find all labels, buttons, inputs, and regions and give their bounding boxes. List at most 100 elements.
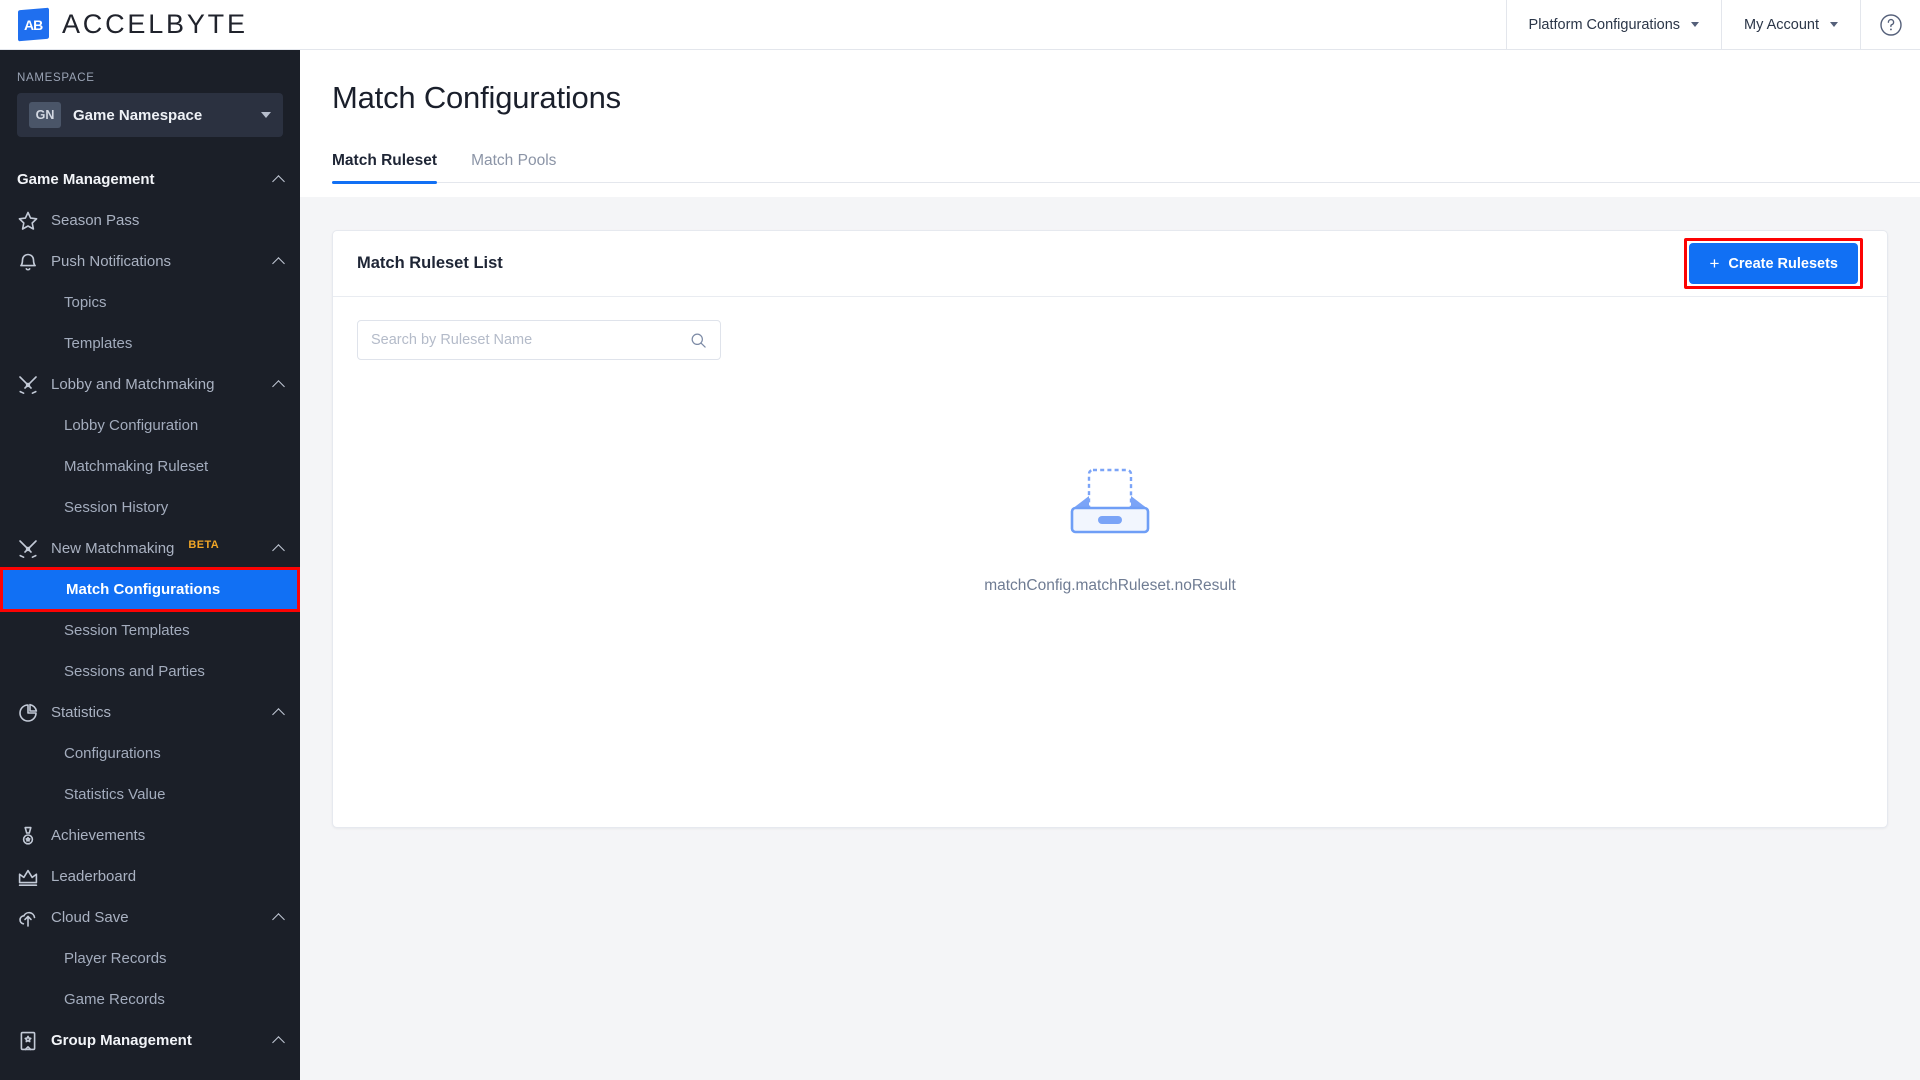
chevron-down-icon — [1830, 22, 1838, 27]
sidebar-item-push-notifications[interactable]: Push Notifications — [0, 241, 300, 282]
empty-state-text: matchConfig.matchRuleset.noResult — [984, 577, 1236, 594]
platform-configurations-label: Platform Configurations — [1528, 16, 1681, 33]
chevron-up-icon[interactable] — [272, 708, 285, 721]
chevron-down-icon — [261, 112, 271, 118]
sidebar-subitem-templates[interactable]: Templates — [0, 323, 300, 364]
create-rulesets-highlight: + Create Rulesets — [1684, 238, 1863, 289]
card-title: Match Ruleset List — [357, 254, 503, 272]
sidebar-group-game-management[interactable]: Game Management — [0, 159, 300, 200]
chevron-down-icon — [1691, 22, 1700, 27]
create-rulesets-label: Create Rulesets — [1728, 255, 1838, 272]
my-account-label: My Account — [1744, 16, 1819, 33]
sidebar-label: Topics — [64, 294, 107, 311]
sidebar-item-cloud-save[interactable]: Cloud Save — [0, 897, 300, 938]
namespace-badge: GN — [29, 102, 61, 128]
search-box[interactable] — [357, 320, 721, 360]
pie-chart-icon — [17, 702, 39, 724]
brand-name: ACCELBYTE — [62, 9, 248, 39]
sidebar-subitem-topics[interactable]: Topics — [0, 282, 300, 323]
sidebar-subitem-match-configurations[interactable]: Match Configurations — [0, 567, 300, 612]
chevron-up-icon[interactable] — [272, 257, 285, 270]
namespace-selector[interactable]: GN Game Namespace — [17, 93, 283, 137]
brand-logo[interactable]: AB ACCELBYTE — [18, 7, 248, 42]
sidebar-label: Session Templates — [64, 622, 190, 639]
chevron-up-icon[interactable] — [272, 380, 285, 393]
sidebar-subitem-game-records[interactable]: Game Records — [0, 979, 300, 1020]
chevron-up-icon[interactable] — [272, 175, 285, 188]
sidebar-label: Lobby and Matchmaking — [51, 376, 215, 393]
sidebar-subitem-session-history[interactable]: Session History — [0, 487, 300, 528]
help-button[interactable] — [1860, 0, 1920, 50]
sidebar-subitem-player-records[interactable]: Player Records — [0, 938, 300, 979]
sidebar-label: Leaderboard — [51, 868, 137, 885]
create-rulesets-button[interactable]: + Create Rulesets — [1689, 243, 1858, 284]
sidebar-subitem-lobby-configuration[interactable]: Lobby Configuration — [0, 405, 300, 446]
platform-configurations-menu[interactable]: Platform Configurations — [1505, 0, 1722, 50]
sidebar-label: Achievements — [51, 827, 146, 844]
beta-badge: BETA — [188, 538, 220, 551]
namespace-label: NAMESPACE — [17, 72, 95, 84]
sidebar-label: Group Management — [51, 1032, 192, 1049]
sidebar-label: Season Pass — [51, 212, 140, 229]
tab-match-pools[interactable]: Match Pools — [471, 152, 556, 182]
sidebar-label: Cloud Save — [51, 909, 129, 926]
sidebar-label: Sessions and Parties — [64, 663, 205, 680]
page-body: Match Ruleset List + Create Rulesets Sea… — [300, 197, 1920, 1080]
sidebar-subitem-statistics-value[interactable]: Statistics Value — [0, 774, 300, 815]
sidebar-label: Game Records — [64, 991, 165, 1008]
search-input[interactable] — [371, 332, 690, 348]
card-header: Match Ruleset List + Create Rulesets — [333, 231, 1887, 297]
sidebar-item-season-pass[interactable]: Season Pass — [0, 200, 300, 241]
medal-icon — [17, 825, 39, 847]
help-circle-icon — [1879, 13, 1902, 36]
sidebar-label: Push Notifications — [51, 253, 172, 270]
page-title: Match Configurations — [332, 80, 621, 115]
empty-state: matchConfig.matchRuleset.noResult — [333, 465, 1887, 595]
sidebar-item-leaderboard[interactable]: Leaderboard — [0, 856, 300, 897]
bell-icon — [17, 251, 39, 273]
sidebar-label: Session History — [64, 499, 169, 516]
crown-icon — [17, 866, 39, 888]
sidebar-subitem-sessions-and-parties[interactable]: Sessions and Parties — [0, 651, 300, 692]
crossed-swords-icon — [17, 538, 39, 560]
plus-icon: + — [1709, 254, 1720, 273]
sidebar-subitem-configurations[interactable]: Configurations — [0, 733, 300, 774]
sidebar-label: New Matchmaking — [51, 540, 175, 557]
sidebar-label: Templates — [64, 335, 133, 352]
sidebar-label: Lobby Configuration — [64, 417, 199, 434]
crossed-swords-icon — [17, 374, 39, 396]
namespace-value: Game Namespace — [73, 106, 203, 124]
brand-initials: AB — [24, 16, 43, 33]
sidebar-label: Match Configurations — [66, 581, 221, 598]
sidebar: NAMESPACE GN Game Namespace Game Managem… — [0, 50, 300, 1080]
sidebar-label: Statistics — [51, 704, 112, 721]
sidebar-item-new-matchmaking[interactable]: New Matchmaking BETA — [0, 528, 300, 569]
sidebar-group-group-management[interactable]: Group Management — [0, 1020, 300, 1061]
card-body: matchConfig.matchRuleset.noResult — [333, 297, 1887, 827]
star-icon — [17, 210, 39, 232]
sidebar-label: Player Records — [64, 950, 167, 967]
sidebar-label: Matchmaking Ruleset — [64, 458, 209, 475]
top-bar-actions: Platform Configurations My Account — [1505, 0, 1920, 50]
tab-match-ruleset[interactable]: Match Ruleset — [332, 152, 438, 184]
chevron-up-icon[interactable] — [272, 913, 285, 926]
search-icon[interactable] — [690, 332, 707, 349]
chevron-up-icon[interactable] — [272, 544, 285, 557]
tab-bar: Match Ruleset Match Pools — [332, 152, 1920, 184]
sidebar-subitem-matchmaking-ruleset[interactable]: Matchmaking Ruleset — [0, 446, 300, 487]
main-content: Match Configurations Match Ruleset Match… — [300, 50, 1920, 1080]
sidebar-label: Configurations — [64, 745, 161, 762]
sidebar-subitem-session-templates[interactable]: Session Templates — [0, 610, 300, 651]
sidebar-label: Statistics Value — [64, 786, 166, 803]
sidebar-nav: Game Management Season Pass Push Notific… — [0, 159, 300, 1061]
banner-icon — [17, 1030, 39, 1052]
top-bar: AB ACCELBYTE Platform Configurations My … — [0, 0, 1920, 50]
chevron-up-icon[interactable] — [272, 1036, 285, 1049]
match-ruleset-card: Match Ruleset List + Create Rulesets Sea… — [332, 230, 1888, 828]
my-account-menu[interactable]: My Account — [1721, 0, 1860, 50]
accelbyte-logo-icon: AB — [18, 7, 49, 42]
cloud-upload-icon — [17, 907, 39, 929]
sidebar-item-statistics[interactable]: Statistics — [0, 692, 300, 733]
sidebar-item-lobby-and-matchmaking[interactable]: Lobby and Matchmaking — [0, 364, 300, 405]
sidebar-item-achievements[interactable]: Achievements — [0, 815, 300, 856]
